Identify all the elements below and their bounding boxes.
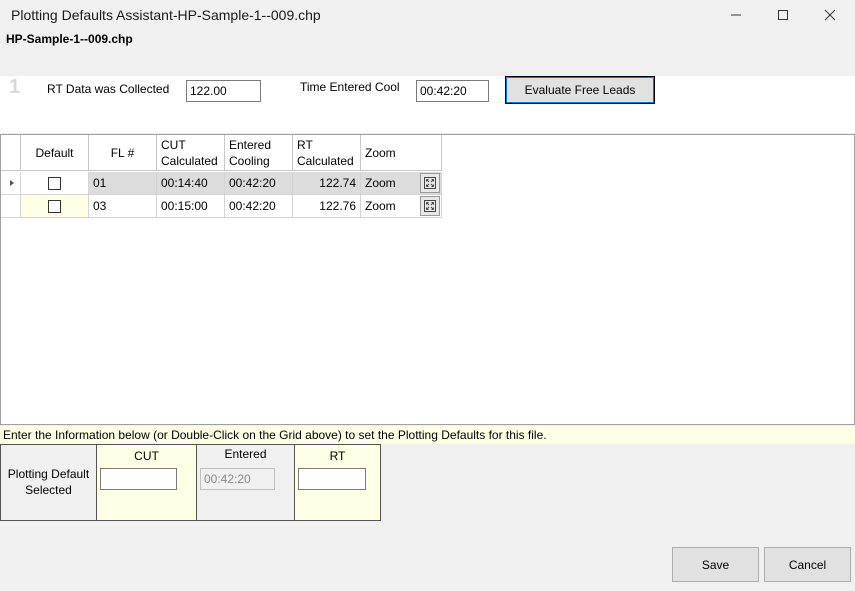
- time-entered-cool-label: Time Entered Cool: [300, 80, 400, 94]
- maximize-button[interactable]: [760, 0, 806, 30]
- title-bar: Plotting Defaults Assistant-HP-Sample-1-…: [0, 0, 855, 30]
- rt-cell[interactable]: 122.74: [293, 172, 361, 195]
- header-cut-calculated[interactable]: CUT Calculated: [157, 135, 225, 171]
- evaluate-free-leads-button[interactable]: Evaluate Free Leads: [505, 76, 655, 104]
- header-fl[interactable]: FL #: [89, 135, 157, 171]
- entered-cell[interactable]: 00:42:20: [225, 172, 293, 195]
- rt-default-box: RT: [294, 444, 381, 521]
- row-header-corner: [1, 135, 21, 171]
- cancel-button[interactable]: Cancel: [764, 547, 851, 582]
- header-rt-line2: Calculated: [297, 154, 354, 168]
- cut-default-box: CUT: [96, 444, 197, 521]
- expand-icon: [424, 200, 436, 212]
- rt-collected-input[interactable]: [186, 80, 261, 102]
- window-title: Plotting Defaults Assistant-HP-Sample-1-…: [11, 7, 321, 23]
- entered-default-header: Entered: [224, 447, 267, 461]
- header-rt-line1: RT: [297, 138, 313, 152]
- entered-default-input: [200, 468, 275, 490]
- entered-cell[interactable]: 00:42:20: [225, 195, 293, 218]
- save-button[interactable]: Save: [672, 547, 759, 582]
- header-entered-cooling[interactable]: Entered Cooling: [225, 135, 293, 171]
- close-button[interactable]: [807, 0, 853, 30]
- plotting-default-selected-box: Plotting Default Selected: [0, 444, 97, 521]
- header-entered-line2: Cooling: [229, 154, 270, 168]
- rt-collected-label: RT Data was Collected: [47, 82, 170, 96]
- header-rt-calculated[interactable]: RT Calculated: [293, 135, 361, 171]
- minimize-button[interactable]: [713, 0, 759, 30]
- zoom-button[interactable]: [420, 196, 440, 216]
- cut-cell[interactable]: 00:14:40: [157, 172, 225, 195]
- zoom-label: Zoom: [365, 199, 396, 213]
- header-cut-line1: CUT: [161, 138, 186, 152]
- row-selector[interactable]: [1, 172, 21, 195]
- minimize-icon: [731, 14, 741, 16]
- rt-default-input[interactable]: [298, 468, 366, 490]
- cut-default-input[interactable]: [100, 468, 177, 490]
- default-checkbox[interactable]: [48, 177, 61, 191]
- zoom-label: Zoom: [365, 176, 396, 190]
- header-cut-line2: Calculated: [161, 154, 218, 168]
- rt-default-header: RT: [329, 449, 346, 463]
- default-checkbox[interactable]: [48, 200, 61, 214]
- cut-default-header: CUT: [134, 449, 159, 463]
- instructions-text: Enter the Information below (or Double-C…: [0, 426, 855, 444]
- fl-cell[interactable]: 01: [89, 172, 157, 195]
- cut-cell[interactable]: 00:15:00: [157, 195, 225, 218]
- entered-default-box: Entered: [196, 444, 295, 521]
- rt-cell[interactable]: 122.76: [293, 195, 361, 218]
- close-icon: [824, 9, 836, 21]
- header-entered-line1: Entered: [229, 138, 272, 152]
- plotting-default-label-line2: Selected: [25, 483, 72, 497]
- maximize-icon: [778, 10, 788, 20]
- free-leads-grid: Default FL # CUT Calculated Entered Cool…: [0, 134, 855, 425]
- current-row-arrow-icon: [10, 180, 14, 186]
- step-number: 1: [9, 76, 21, 98]
- expand-icon: [424, 177, 436, 189]
- zoom-button[interactable]: [420, 173, 440, 193]
- header-default[interactable]: Default: [21, 135, 89, 171]
- header-zoom[interactable]: Zoom: [361, 135, 442, 171]
- default-cell[interactable]: [21, 172, 89, 195]
- time-entered-cool-input[interactable]: [416, 80, 489, 102]
- default-cell[interactable]: [21, 195, 89, 218]
- fl-cell[interactable]: 03: [89, 195, 157, 218]
- plotting-default-label-line1: Plotting Default: [7, 467, 90, 481]
- row-selector[interactable]: [1, 195, 21, 218]
- file-name-heading: HP-Sample-1--009.chp: [6, 32, 133, 46]
